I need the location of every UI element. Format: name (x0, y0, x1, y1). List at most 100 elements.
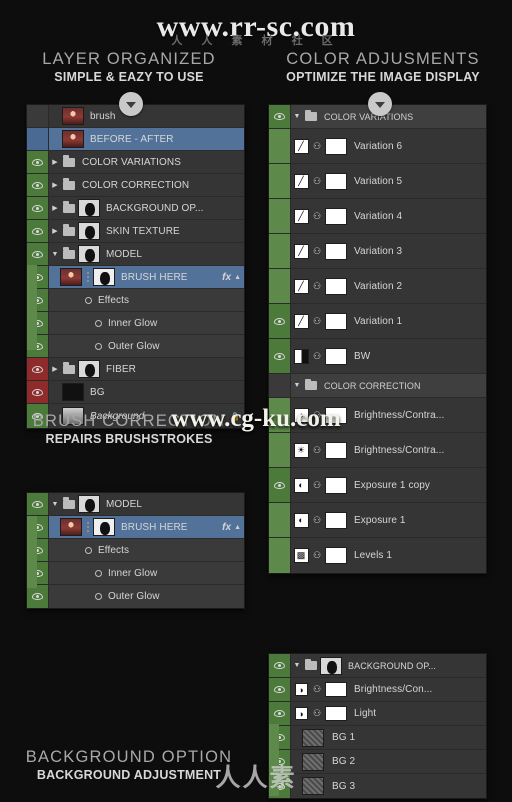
link-icon[interactable]: ⚇ (311, 211, 323, 222)
adjustment-row-exposure-1-copy[interactable]: ◐ ⚇ Exposure 1 copy (269, 468, 486, 503)
visibility-toggle[interactable] (27, 128, 49, 150)
link-icon[interactable]: ⚇ (311, 708, 323, 719)
effect-row-inner-glow[interactable]: Inner Glow (27, 562, 244, 585)
group-row-model[interactable]: ▼ MODEL (27, 243, 244, 266)
adjustment-row-variation-2[interactable]: ╱ ⚇ Variation 2 (269, 269, 486, 304)
disclosure-triangle[interactable]: ▼ (291, 662, 303, 669)
group-row-model[interactable]: ▼ MODEL (27, 493, 244, 516)
disclosure-triangle[interactable]: ▼ (49, 501, 61, 508)
disclosure-triangle[interactable]: ▶ (49, 159, 61, 166)
link-icon[interactable]: ⚇ (311, 684, 323, 695)
adjustment-row-levels-1[interactable]: ▩ ⚇ Levels 1 (269, 538, 486, 573)
visibility-toggle[interactable] (269, 374, 291, 397)
curves-icon[interactable]: ╱ (291, 208, 311, 224)
visibility-toggle[interactable] (27, 243, 49, 265)
black-white-icon[interactable] (291, 348, 311, 364)
visibility-toggle[interactable] (27, 358, 49, 380)
layer-mask-thumbnail[interactable] (325, 347, 347, 365)
visibility-toggle[interactable] (27, 105, 49, 127)
layer-row-before-after[interactable]: BEFORE - AFTER (27, 128, 244, 151)
layers-panel[interactable]: brush BEFORE - AFTER ▶ COLOR VARIATIONS … (26, 104, 245, 429)
group-row-background-option[interactable]: ▶ BACKGROUND OP... (27, 197, 244, 220)
disclosure-triangle[interactable]: ▼ (49, 251, 61, 258)
disclosure-triangle[interactable]: ▶ (49, 228, 61, 235)
layer-mask-thumbnail[interactable] (325, 441, 347, 459)
group-row-color-correction[interactable]: ▶ COLOR CORRECTION (27, 174, 244, 197)
visibility-toggle[interactable] (27, 381, 49, 403)
fx-icon[interactable]: fx (222, 522, 234, 533)
visibility-toggle[interactable] (27, 151, 49, 173)
layer-mask-thumbnail[interactable] (325, 682, 347, 697)
exposure-icon[interactable]: ◐ (291, 512, 311, 528)
brush-correction-panel[interactable]: ▼ MODEL BRUSH HERE fx ▲ Effects Inner Gl… (26, 492, 245, 609)
adjustment-row-exposure-1[interactable]: ◐ ⚇ Exposure 1 (269, 503, 486, 538)
curves-icon[interactable]: ╱ (291, 278, 311, 294)
curves-icon[interactable]: ╱ (291, 138, 311, 154)
layer-mask-thumbnail[interactable] (325, 476, 347, 494)
layer-row-brush-here[interactable]: BRUSH HERE fx ▲ (27, 516, 244, 539)
fx-icon[interactable]: fx (222, 272, 234, 283)
link-icon[interactable]: ⚇ (311, 246, 323, 257)
exposure-icon[interactable]: ◐ (291, 477, 311, 493)
visibility-toggle[interactable] (269, 468, 291, 502)
group-row-fiber[interactable]: ▶ FIBER (27, 358, 244, 381)
link-icon[interactable]: ⚇ (311, 550, 323, 561)
layer-mask-thumbnail[interactable] (325, 242, 347, 260)
effects-row[interactable]: Effects (27, 289, 244, 312)
effect-row-outer-glow[interactable]: Outer Glow (27, 585, 244, 608)
visibility-toggle[interactable] (269, 678, 291, 701)
link-icon[interactable]: ⚇ (311, 141, 323, 152)
visibility-toggle[interactable] (27, 220, 49, 242)
adjustment-row-variation-6[interactable]: ╱ ⚇ Variation 6 (269, 129, 486, 164)
visibility-toggle[interactable] (269, 339, 291, 373)
link-icon[interactable]: ⚇ (311, 351, 323, 362)
link-icon[interactable]: ⚇ (311, 281, 323, 292)
link-icon[interactable]: ⚇ (311, 316, 323, 327)
visibility-toggle[interactable] (269, 702, 291, 725)
adjustment-row-variation-5[interactable]: ╱ ⚇ Variation 5 (269, 164, 486, 199)
disclosure-triangle[interactable]: ▼ (291, 382, 303, 389)
link-icon[interactable]: ⚇ (311, 480, 323, 491)
visibility-toggle[interactable] (27, 174, 49, 196)
layer-mask-thumbnail[interactable] (325, 207, 347, 225)
visibility-toggle[interactable] (269, 654, 291, 677)
chevron-up-icon[interactable]: ▲ (234, 274, 244, 281)
link-icon[interactable]: ⚇ (311, 176, 323, 187)
adjustment-row-bw[interactable]: ⚇ BW (269, 339, 486, 374)
curves-icon[interactable]: ╱ (291, 313, 311, 329)
layer-mask-thumbnail[interactable] (325, 172, 347, 190)
sun-icon[interactable]: ☀ (291, 442, 311, 458)
curves-icon[interactable]: ╱ (291, 243, 311, 259)
layer-mask-thumbnail[interactable] (325, 547, 347, 564)
brightness-icon[interactable]: ◑ (291, 707, 311, 720)
layer-row-brush-here[interactable]: BRUSH HERE fx ▲ (27, 266, 244, 289)
visibility-toggle[interactable] (27, 585, 49, 608)
adjustment-row-brightness-contrast[interactable]: ◑ ⚇ Brightness/Con... (269, 678, 486, 702)
layer-mask-thumbnail[interactable] (325, 706, 347, 721)
disclosure-triangle[interactable]: ▼ (291, 113, 303, 120)
adjustment-row-light[interactable]: ◑ ⚇ Light (269, 702, 486, 726)
effect-row-inner-glow[interactable]: Inner Glow (27, 312, 244, 335)
brightness-icon[interactable]: ◑ (291, 683, 311, 696)
adjustment-row-brightness-contrast-2[interactable]: ☀ ⚇ Brightness/Contra... (269, 433, 486, 468)
layer-mask-thumbnail[interactable] (325, 137, 347, 155)
layer-mask-thumbnail[interactable] (325, 277, 347, 295)
chevron-up-icon[interactable]: ▲ (234, 524, 244, 531)
color-adjustments-panel[interactable]: ▼ COLOR VARIATIONS ╱ ⚇ Variation 6 ╱ ⚇ V… (268, 104, 487, 574)
effect-row-outer-glow[interactable]: Outer Glow (27, 335, 244, 358)
levels-icon[interactable]: ▩ (291, 548, 311, 563)
disclosure-triangle[interactable]: ▶ (49, 182, 61, 189)
layer-row-bg-1[interactable]: BG 1 (269, 726, 486, 750)
adjustment-row-variation-4[interactable]: ╱ ⚇ Variation 4 (269, 199, 486, 234)
group-row-background-option[interactable]: ▼ BACKGROUND OP... (269, 654, 486, 678)
visibility-toggle[interactable] (269, 304, 291, 338)
visibility-toggle[interactable] (269, 105, 291, 128)
link-icon[interactable] (83, 521, 92, 533)
link-icon[interactable]: ⚇ (311, 515, 323, 526)
group-row-color-correction[interactable]: ▼ COLOR CORRECTION (269, 374, 486, 398)
visibility-toggle[interactable] (27, 493, 49, 515)
link-icon[interactable] (83, 271, 92, 283)
effects-row[interactable]: Effects (27, 539, 244, 562)
disclosure-triangle[interactable]: ▶ (49, 366, 61, 373)
layer-mask-thumbnail[interactable] (325, 312, 347, 330)
